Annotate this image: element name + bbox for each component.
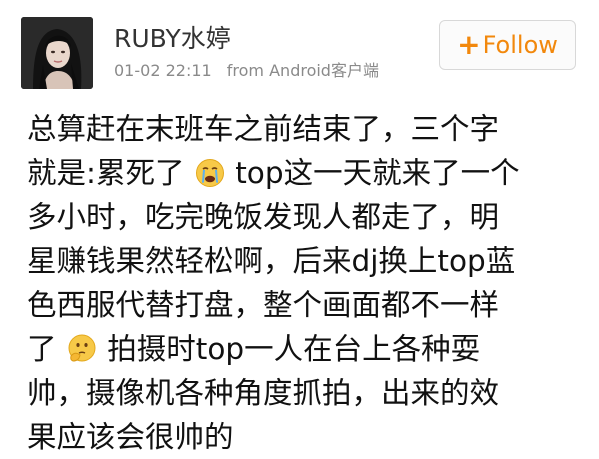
crying-face-icon: [195, 159, 224, 187]
post-body: 总算赶在末班车之前结束了，三个字 就是:累死了 top这一天就来了一个 多小时，…: [27, 107, 587, 459]
username[interactable]: RUBY水婷: [114, 24, 231, 54]
post-line: 帅，摄像机各种角度抓拍，出来的效: [27, 371, 587, 415]
post-line: 星赚钱果然轻松啊，后来dj换上top蓝: [27, 239, 587, 283]
post-text-segment: 就是:累死了: [27, 156, 185, 190]
follow-button-label: Follow: [482, 31, 558, 59]
post-text-segment: 星赚钱果然轻松啊，后来dj换上top蓝: [27, 244, 516, 278]
thinking-face-icon: [68, 334, 96, 362]
post-time: 01-02 22:11: [114, 61, 212, 80]
post-text-segment: 色西服代替打盘，整个画面都不一样: [27, 288, 500, 322]
user-avatar-photo-icon: [21, 17, 93, 89]
post-line: 了 拍摄时top一人在台上各种耍: [27, 327, 587, 371]
post-text-segment: top这一天就来了一个: [235, 156, 520, 190]
post-line: 果应该会很帅的: [27, 415, 587, 459]
post-text-segment: 果应该会很帅的: [27, 420, 234, 454]
post-line: 总算赶在末班车之前结束了，三个字: [27, 107, 587, 151]
post-text-segment: 拍摄时top一人在台上各种耍: [107, 332, 481, 366]
follow-button[interactable]: + Follow: [439, 20, 576, 70]
post-line: 多小时，吃完晚饭发现人都走了，明: [27, 195, 587, 239]
plus-icon: +: [457, 28, 481, 61]
weibo-post-card: RUBY水婷 01-02 22:11 from Android客户端 + Fol…: [0, 0, 599, 454]
post-source[interactable]: from Android客户端: [227, 61, 379, 80]
post-line: 就是:累死了 top这一天就来了一个: [27, 151, 587, 195]
post-text-segment: 总算赶在末班车之前结束了，三个字: [27, 112, 500, 146]
post-text-segment: 多小时，吃完晚饭发现人都走了，明: [27, 200, 500, 234]
post-meta: 01-02 22:11 from Android客户端: [114, 61, 379, 81]
post-text-segment: 帅，摄像机各种角度抓拍，出来的效: [27, 376, 500, 410]
post-line: 色西服代替打盘，整个画面都不一样: [27, 283, 587, 327]
post-text-segment: 了: [27, 332, 57, 366]
avatar[interactable]: [21, 17, 93, 89]
